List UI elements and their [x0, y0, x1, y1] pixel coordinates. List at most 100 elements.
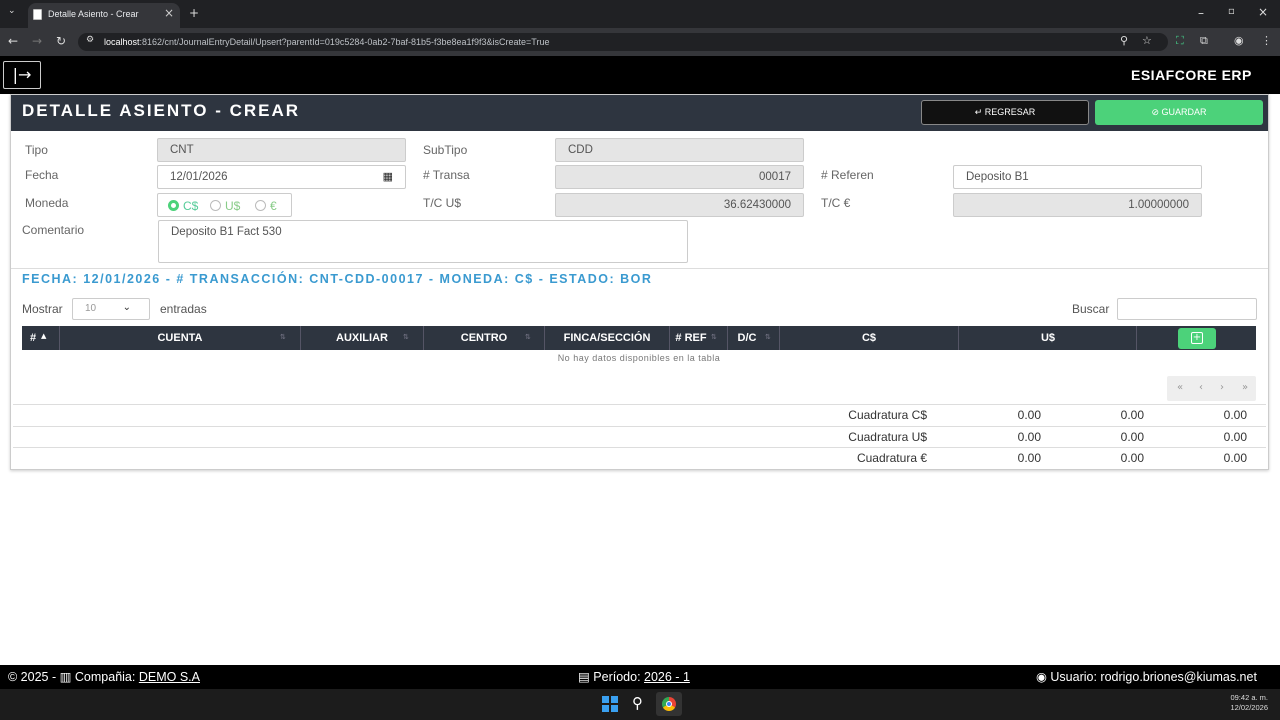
transa-field: 00017 [555, 165, 804, 189]
col-dolar[interactable]: U$ [959, 332, 1137, 344]
search-icon[interactable]: ⚲ [632, 694, 643, 712]
user-circle-icon: ◉ [1036, 670, 1051, 684]
cuadratura-row: Cuadratura € 0.00 0.00 0.00 [13, 447, 1266, 469]
table-header: # ▲ CUENTA ⇅ AUXILIAR ⇅ CENTRO ⇅ FINCA/S… [22, 326, 1256, 350]
search-input[interactable] [1117, 298, 1257, 320]
sign-in-icon: |→ [12, 65, 32, 84]
close-tab-icon[interactable]: × [164, 6, 174, 20]
moneda-label: Moneda [25, 196, 69, 210]
subtipo-field: CDD [555, 138, 804, 162]
transa-label: # Transa [423, 168, 470, 182]
col-ref[interactable]: # REF [670, 332, 712, 344]
col-finca-seccion[interactable]: FINCA/SECCIÓN [545, 332, 669, 344]
first-page-button[interactable]: « [1177, 382, 1183, 393]
chevron-down-icon: ⌄ [122, 302, 131, 313]
sort-icon: ⇅ [280, 333, 286, 341]
zoom-icon[interactable]: ⚲ [1120, 34, 1128, 47]
period-link[interactable]: 2026 - 1 [644, 670, 690, 684]
back-icon[interactable]: ← [8, 34, 18, 48]
footer-period: ▤ Período: 2026 - 1 [578, 670, 690, 684]
next-page-button[interactable]: › [1220, 382, 1224, 393]
show-label: Mostrar [22, 302, 63, 316]
tipo-field: CNT [157, 138, 406, 162]
app-brand: ESIAFCORE ERP [1131, 67, 1252, 83]
moneda-radio-dolar[interactable]: U$ [210, 199, 240, 213]
browser-tab[interactable]: Detalle Asiento - Crear × [28, 3, 180, 28]
fecha-date-input[interactable]: 12/01/2026 ▦ [157, 165, 406, 189]
save-button[interactable]: ⊘ GUARDAR [1095, 100, 1263, 125]
bookmark-star-icon[interactable]: ☆ [1142, 34, 1152, 47]
cuadratura-value: 0.00 [1223, 430, 1247, 444]
restore-icon[interactable]: ▫ [1228, 6, 1235, 17]
back-button[interactable]: ↵ REGRESAR [921, 100, 1089, 125]
prev-page-button[interactable]: ‹ [1199, 382, 1203, 393]
sort-asc-icon: ▲ [41, 332, 47, 340]
tc-eur-label: T/C € [821, 196, 851, 210]
extensions-icon[interactable]: ⧉ [1200, 34, 1208, 48]
browser-menu-icon[interactable]: ⋮ [1261, 34, 1272, 47]
sort-icon: ⇅ [525, 333, 531, 341]
calendar-icon[interactable]: ▦ [383, 170, 393, 183]
company-link[interactable]: DEMO S.A [139, 670, 200, 684]
col-dc[interactable]: D/C [728, 332, 766, 344]
moneda-radio-cordoba[interactable]: C$ [168, 199, 198, 213]
cuadratura-value: 0.00 [1120, 430, 1144, 444]
reload-icon[interactable]: ↻ [56, 34, 66, 48]
referen-label: # Referen [821, 168, 874, 182]
cuadratura-label: Cuadratura C$ [848, 408, 927, 422]
site-info-icon[interactable]: ⚙ [86, 35, 94, 45]
minimize-icon[interactable]: – [1198, 6, 1204, 20]
pagination: « ‹ › » [1167, 376, 1256, 401]
add-row-button[interactable]: + [1178, 328, 1216, 349]
subtipo-label: SubTipo [423, 143, 468, 157]
building-icon: ▥ [59, 670, 75, 684]
tc-eur-field: 1.00000000 [953, 193, 1202, 217]
cuadratura-value: 0.00 [1223, 408, 1247, 422]
tab-search-icon[interactable]: ⌄ [8, 6, 16, 16]
cuadratura-value: 0.00 [1120, 408, 1144, 422]
app-header [0, 56, 1280, 94]
cuadratura-label: Cuadratura U$ [848, 430, 927, 444]
sidebar-toggle-button[interactable]: |→ [3, 61, 41, 89]
system-clock: 09:42 a. m. 12/02/2026 [1230, 693, 1268, 712]
entries-label: entradas [160, 302, 207, 316]
sort-icon: ⇅ [403, 333, 409, 341]
col-number[interactable]: # [30, 332, 36, 344]
sort-icon: ⇅ [765, 333, 771, 341]
tc-us-label: T/C U$ [423, 196, 462, 210]
page-size-select[interactable]: 10 ⌄ [72, 298, 150, 320]
search-label: Buscar [1072, 302, 1110, 316]
col-cuenta[interactable]: CUENTA [60, 332, 300, 344]
referen-input[interactable]: Deposito B1 [953, 165, 1202, 189]
profile-icon[interactable]: ◉ [1234, 34, 1244, 47]
comentario-textarea[interactable]: Deposito B1 Fact 530 [158, 220, 688, 263]
moneda-radio-euro[interactable]: € [255, 199, 277, 213]
chrome-taskbar-icon[interactable] [656, 692, 682, 716]
tc-us-field: 36.62430000 [555, 193, 804, 217]
cuadratura-row: Cuadratura U$ 0.00 0.00 0.00 [13, 426, 1266, 448]
footer-user: ◉ Usuario: rodrigo.briones@kiumas.net [1036, 670, 1257, 684]
empty-table-message: No hay datos disponibles en la tabla [557, 353, 721, 363]
fecha-label: Fecha [25, 168, 59, 182]
cuadratura-value: 0.00 [1120, 451, 1144, 465]
divider [11, 268, 1268, 269]
windows-start-icon[interactable] [602, 696, 618, 712]
new-tab-icon[interactable]: + [189, 6, 199, 20]
cuadratura-label: Cuadratura € [856, 451, 927, 465]
document-icon [33, 9, 42, 20]
transaction-summary: FECHA: 12/01/2026 - # TRANSACCIÓN: CNT-C… [22, 272, 653, 286]
moneda-radio-group: C$ U$ € [157, 193, 292, 217]
tab-title: Detalle Asiento - Crear [48, 9, 139, 19]
plus-icon: + [1191, 332, 1203, 344]
cuadratura-value: 0.00 [1017, 451, 1041, 465]
window-close-icon[interactable]: × [1258, 5, 1268, 19]
cuadratura-value: 0.00 [1017, 408, 1041, 422]
page-title: DETALLE ASIENTO - CREAR [22, 101, 301, 120]
last-page-button[interactable]: » [1242, 382, 1248, 393]
cuadratura-value: 0.00 [1017, 430, 1041, 444]
cuadratura-value: 0.00 [1223, 451, 1247, 465]
col-cordoba[interactable]: C$ [780, 332, 958, 344]
forward-icon[interactable]: → [32, 34, 42, 48]
screen-capture-icon[interactable]: ⛶ [1176, 34, 1184, 48]
footer-company: © 2025 - ▥ Compañia: DEMO S.A [8, 670, 200, 684]
